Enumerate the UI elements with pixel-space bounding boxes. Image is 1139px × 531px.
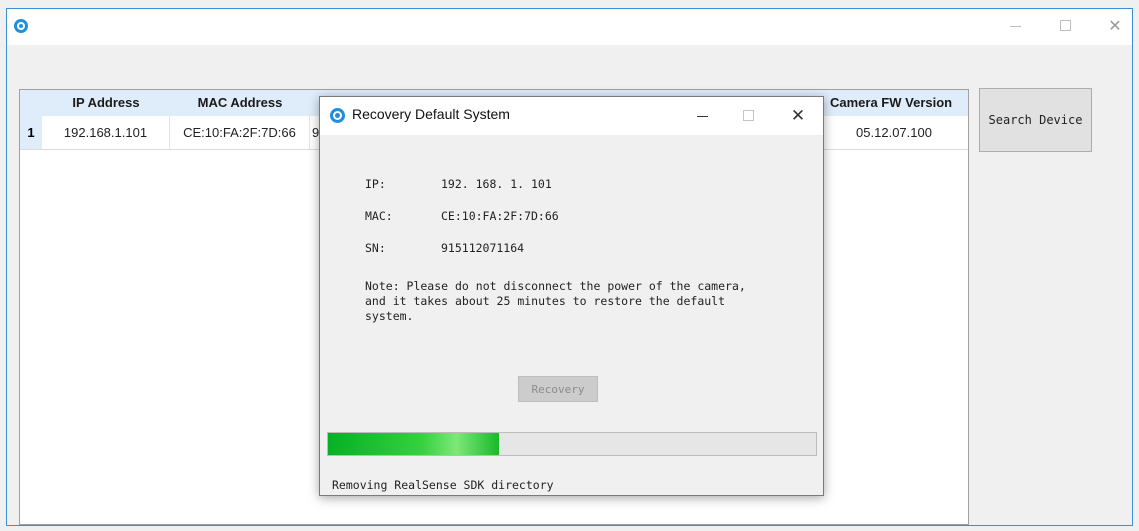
row-index: 1: [20, 116, 42, 149]
close-button[interactable]: ✕: [1100, 15, 1130, 37]
ip-label: IP:: [365, 177, 386, 191]
minimize-icon: [696, 116, 708, 117]
search-device-button[interactable]: Search Device: [979, 88, 1092, 152]
mac-value: CE:10:FA:2F:7D:66: [441, 209, 559, 223]
ip-value: 192. 168. 1. 101: [441, 177, 552, 191]
column-header-camera-fw[interactable]: Camera FW Version: [820, 90, 968, 116]
minimize-icon: [1009, 26, 1021, 27]
cell-mac: CE:10:FA:2F:7D:66: [170, 116, 310, 149]
dialog-maximize-button[interactable]: [733, 105, 763, 127]
progress-bar: [327, 432, 817, 456]
main-title-bar: ✕: [7, 9, 1132, 45]
sn-label: SN:: [365, 241, 386, 255]
mac-label: MAC:: [365, 209, 393, 223]
cell-camera-fw: 05.12.07.100: [856, 125, 932, 140]
maximize-icon: [1059, 19, 1071, 31]
close-icon: ✕: [1108, 16, 1122, 35]
close-icon: ✕: [790, 106, 806, 126]
cell-ip: 192.168.1.101: [42, 116, 170, 149]
maximize-icon: [742, 109, 754, 121]
app-logo-icon: [14, 19, 28, 33]
dialog-logo-icon: [330, 108, 345, 123]
progress-fill: [328, 433, 499, 455]
dialog-title-bar: Recovery Default System ✕: [320, 97, 823, 135]
sn-value: 915112071164: [441, 241, 525, 255]
column-header-mac[interactable]: MAC Address: [170, 90, 310, 116]
dialog-title: Recovery Default System: [352, 106, 510, 122]
warning-note: Note: Please do not disconnect the power…: [365, 279, 746, 323]
status-text: Removing RealSense SDK directory: [332, 478, 554, 492]
column-header-ip[interactable]: IP Address: [42, 90, 170, 116]
minimize-button[interactable]: [1000, 15, 1030, 37]
recovery-dialog: Recovery Default System ✕ IP: 192. 168. …: [319, 96, 824, 496]
maximize-button[interactable]: [1050, 15, 1080, 37]
recovery-button[interactable]: Recovery: [518, 376, 598, 402]
dialog-close-button[interactable]: ✕: [783, 105, 813, 127]
dialog-minimize-button[interactable]: [687, 105, 717, 127]
